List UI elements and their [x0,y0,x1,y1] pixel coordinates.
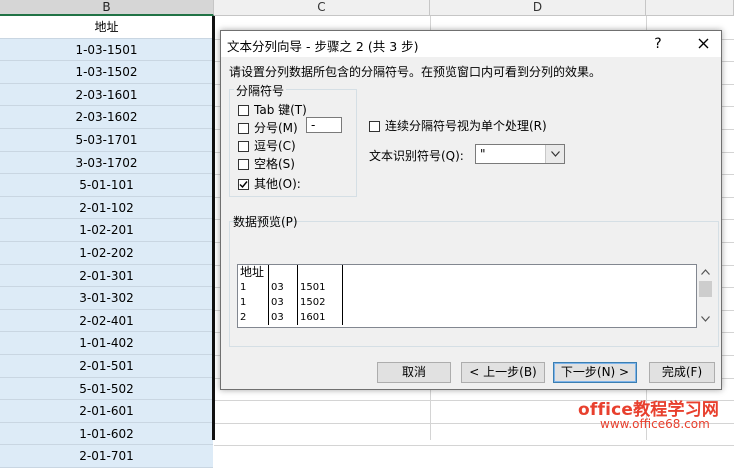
preview-cell: 03 [268,280,298,295]
table-cell[interactable]: 1-01-402 [0,332,213,355]
other-label: 其他(O): [254,177,301,191]
table-cell[interactable]: 2-01-701 [0,445,213,468]
table-cell[interactable]: 1-02-201 [0,219,213,242]
preview-label: 数据预览(P) [233,215,298,229]
close-button[interactable] [691,34,715,54]
checkbox-box [369,121,380,132]
table-cell[interactable]: 5-01-502 [0,377,213,401]
selection-border [212,16,215,440]
text-qualifier-label: 文本识别符号(Q): [369,149,464,163]
watermark-url: www.office68.com [600,417,710,431]
dialog-titlebar[interactable]: 文本分列向导 - 步骤之 2 (共 3 步) ? [221,31,721,57]
preview-row: 2 03 1601 [238,310,343,325]
table-cell[interactable]: 2-01-601 [0,400,213,423]
preview-row: 地址 [238,265,343,280]
scroll-thumb[interactable] [699,281,712,297]
table-cell[interactable]: 1-03-1501 [0,38,213,62]
back-button[interactable]: < 上一步(B) [461,362,545,383]
preview-cell: 1502 [297,295,343,310]
table-cell[interactable]: 3-01-302 [0,287,213,310]
preview-cell: 2 [238,310,269,325]
cancel-button[interactable]: 取消 [377,362,451,383]
gridline [214,445,734,447]
table-cell[interactable]: 3-03-1702 [0,151,213,175]
table-cell[interactable]: 2-02-401 [0,309,213,333]
dialog-title: 文本分列向导 - 步骤之 2 (共 3 步) [227,39,419,54]
table-cell[interactable]: 1-01-602 [0,422,213,446]
chevron-up-icon [701,269,710,275]
table-cell[interactable]: 5-03-1701 [0,128,213,152]
column-b-cells: 地址 1-03-1501 1-03-1502 2-03-1601 2-03-1602 5-… [0,16,213,468]
semicolon-checkbox[interactable]: 分号(M) [238,120,298,136]
preview-row: 1 03 1502 [238,295,343,310]
dropdown-button[interactable] [545,145,564,163]
checkbox-box [238,141,249,152]
semicolon-label: 分号(M) [254,121,298,135]
preview-row: 1 03 1501 [238,280,343,295]
preview-cell: 地址 [238,265,269,280]
table-cell[interactable]: 2-03-1602 [0,106,213,129]
chevron-down-icon [701,316,710,322]
delimiters-group: 分隔符号 Tab 键(T) 分号(M) 逗号(C) 空格(S) 其他(O): [229,82,357,197]
table-cell[interactable]: 2-03-1601 [0,83,213,107]
text-qualifier-select[interactable]: " [475,144,565,164]
preview-cell: 03 [268,295,298,310]
space-checkbox[interactable]: 空格(S) [238,156,295,172]
preview-cell [297,265,343,280]
table-cell[interactable]: 2-01-102 [0,196,213,220]
preview-cell: 1 [238,295,269,310]
other-checkbox[interactable]: 其他(O): [238,176,301,192]
other-delimiter-input[interactable]: - [306,117,342,133]
checkbox-box [238,123,249,134]
preview-cell [268,265,298,280]
preview-box[interactable]: 地址 1 03 1501 1 03 1502 2 03 1601 [237,264,697,328]
delimiters-legend: 分隔符号 [234,82,287,99]
checkbox-box [238,179,249,190]
next-button[interactable]: 下一步(N) > [553,362,637,383]
text-qualifier-value: " [480,147,486,161]
space-label: 空格(S) [254,157,295,171]
table-cell[interactable]: 2-01-501 [0,354,213,378]
preview-cell: 1501 [297,280,343,295]
preview-cell: 03 [268,310,298,325]
table-cell[interactable]: 2-01-301 [0,264,213,288]
watermark: office教程学习网 www.office68.com [572,395,734,440]
tab-label: Tab 键(T) [254,103,307,117]
comma-checkbox[interactable]: 逗号(C) [238,138,296,154]
check-icon [239,181,248,189]
checkbox-box [238,159,249,170]
close-icon [698,38,708,49]
consecutive-delimiters-checkbox[interactable]: 连续分隔符号视为单个处理(R) [369,117,547,134]
preview-cell: 1601 [297,310,343,325]
comma-label: 逗号(C) [254,139,296,153]
table-cell[interactable]: 1-03-1502 [0,61,213,84]
checkbox-box [238,105,249,116]
help-button[interactable]: ? [646,34,670,54]
table-cell[interactable]: 5-01-101 [0,174,213,197]
finish-button[interactable]: 完成(F) [649,362,715,383]
column-header-e[interactable] [646,0,734,16]
scroll-up-button[interactable] [697,264,714,281]
consecutive-label: 连续分隔符号视为单个处理(R) [385,119,547,133]
preview-scrollbar[interactable] [697,264,714,328]
text-to-columns-dialog: 文本分列向导 - 步骤之 2 (共 3 步) ? 请设置分列数据所包含的分隔符号… [220,30,722,390]
column-header-d[interactable]: D [430,0,646,16]
header-cell[interactable]: 地址 [0,16,213,39]
scroll-down-button[interactable] [697,311,714,328]
instruction-text: 请设置分列数据所包含的分隔符号。在预览窗口内可看到分列的效果。 [229,65,602,79]
preview-cell: 1 [238,280,269,295]
table-cell[interactable]: 1-02-202 [0,241,213,265]
column-header-c[interactable]: C [214,0,430,16]
tab-checkbox[interactable]: Tab 键(T) [238,102,307,118]
column-header-b[interactable]: B [0,0,214,16]
preview-table: 地址 1 03 1501 1 03 1502 2 03 1601 [238,265,343,325]
chevron-down-icon [550,151,560,157]
